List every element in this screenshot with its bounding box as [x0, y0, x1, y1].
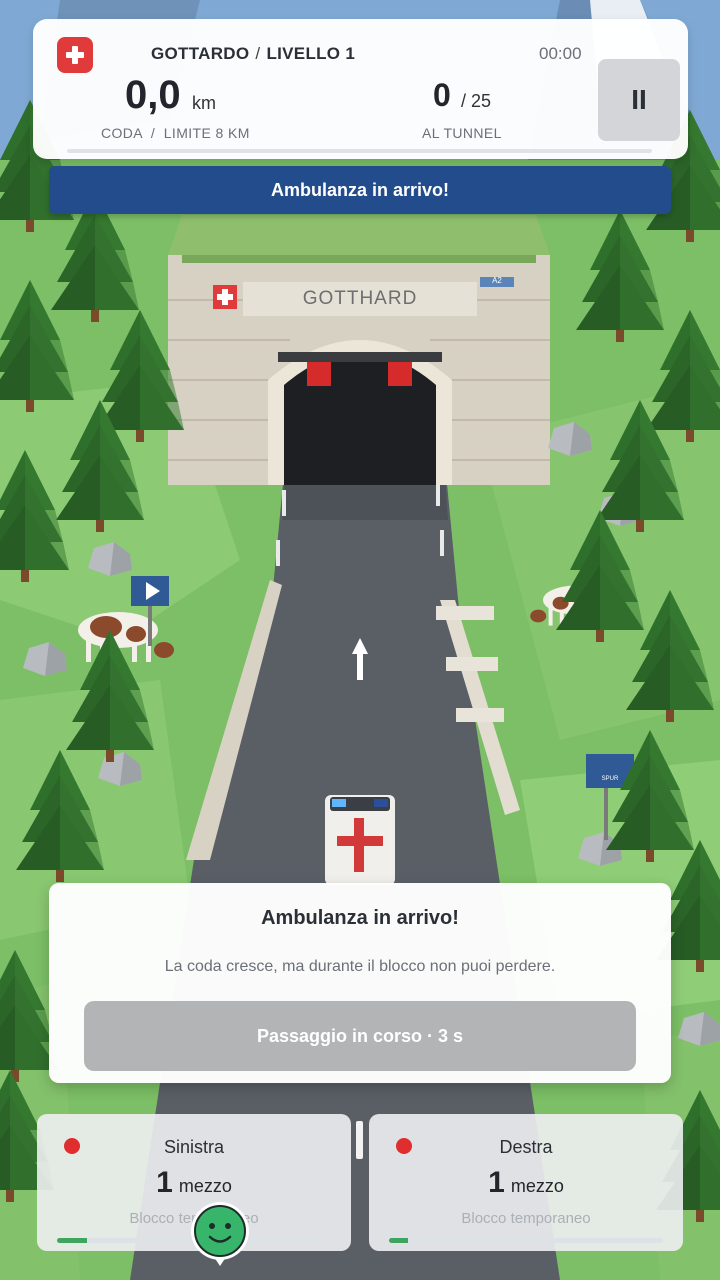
road-sign-small-text: A2: [492, 276, 502, 285]
level-title: GOTTARDO / LIVELLO 1: [151, 44, 355, 64]
lane-left-count: 1 mezzo: [37, 1166, 351, 1200]
route-name: GOTTARDO: [151, 44, 250, 63]
lane-left-count-number: 1: [156, 1166, 173, 1199]
level-name: LIVELLO 1: [266, 44, 356, 63]
dialog-title: Ambulanza in arrivo!: [261, 907, 459, 929]
lane-right-progress-bar: [389, 1238, 663, 1243]
lane-right-progress-fill: [389, 1238, 409, 1243]
lane-divider: [356, 1121, 363, 1159]
tunnel-sign-text: GOTTHARD: [302, 288, 418, 309]
lane-right-card[interactable]: Destra 1 mezzo Blocco temporaneo: [369, 1114, 683, 1251]
smiley-face-icon: [191, 1202, 249, 1266]
ambulance-dialog: Ambulanza in arrivo! La coda cresce, ma …: [49, 883, 671, 1083]
tunnel-count: 0: [433, 77, 451, 113]
lane-right-name: Destra: [499, 1137, 553, 1157]
top-hud: GOTTARDO / LIVELLO 1 00:00 0,0 km CODA / L…: [33, 19, 688, 159]
lane-right-count-unit: mezzo: [510, 1176, 564, 1196]
pause-button[interactable]: II: [598, 59, 680, 141]
lane-left-progress-fill: [57, 1238, 88, 1243]
tunnel-label: AL TUNNEL: [422, 125, 502, 141]
lane-left-count-unit: mezzo: [178, 1176, 232, 1196]
dialog-body: La coda cresce, ma durante il blocco non…: [164, 958, 556, 975]
swiss-cross-icon: [57, 37, 93, 73]
lane-right-count-number: 1: [488, 1166, 505, 1199]
queue-unit: km: [192, 93, 216, 113]
tunnel-total: / 25: [461, 91, 492, 111]
lane-left-name: Sinistra: [163, 1137, 225, 1157]
timer: 00:00: [539, 44, 582, 63]
passage-status-button[interactable]: Passaggio in corso · 3 s: [84, 1001, 636, 1071]
queue-label: CODA / LIMITE 8 KM: [101, 125, 250, 141]
alert-banner: Ambulanza in arrivo!: [49, 166, 671, 214]
lane-right-count: 1 mezzo: [369, 1166, 683, 1200]
lane-right-status: Blocco temporaneo: [461, 1210, 591, 1227]
side-sign-text: SPUR: [601, 776, 619, 782]
level-progress-bar: [67, 149, 652, 153]
pause-icon: II: [631, 84, 647, 115]
queue-value: 0,0: [125, 73, 181, 117]
level-separator: /: [255, 44, 261, 63]
